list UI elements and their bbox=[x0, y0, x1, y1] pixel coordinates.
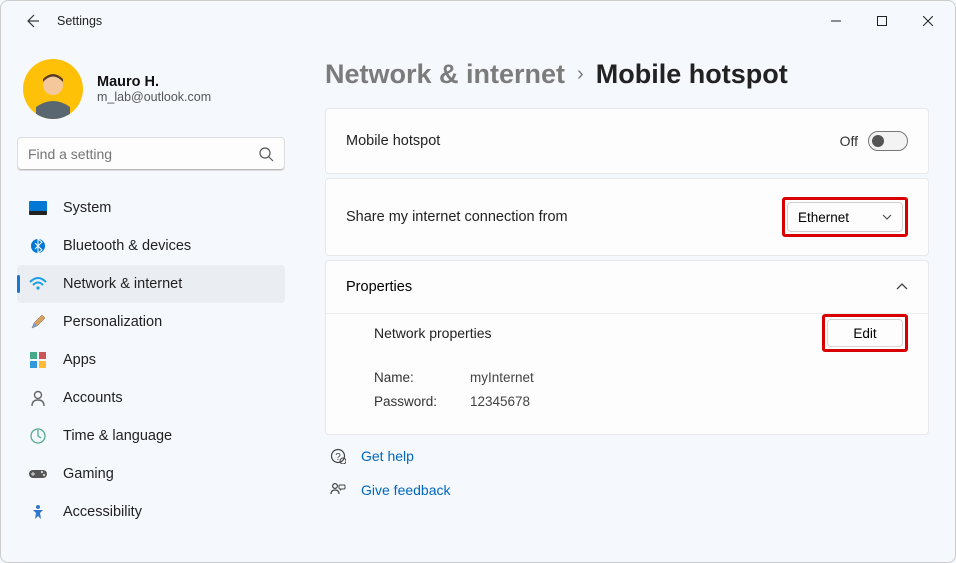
close-button[interactable] bbox=[905, 5, 951, 37]
hotspot-toggle[interactable] bbox=[868, 131, 908, 151]
avatar bbox=[23, 59, 83, 119]
page-title: Mobile hotspot bbox=[596, 59, 788, 90]
paintbrush-icon bbox=[29, 313, 47, 331]
sidebar-item-bluetooth[interactable]: Bluetooth & devices bbox=[17, 227, 285, 265]
chevron-right-icon: › bbox=[577, 63, 584, 86]
sidebar-item-label: Accessibility bbox=[63, 504, 142, 520]
search-input[interactable] bbox=[28, 146, 259, 162]
sidebar-item-label: Bluetooth & devices bbox=[63, 238, 191, 254]
sidebar-item-label: Accounts bbox=[63, 390, 123, 406]
back-button[interactable] bbox=[21, 10, 43, 32]
collapse-properties[interactable] bbox=[896, 279, 908, 295]
search-box[interactable] bbox=[17, 137, 285, 171]
password-label: Password: bbox=[374, 390, 470, 414]
window-title: Settings bbox=[57, 14, 102, 28]
sidebar-item-network[interactable]: Network & internet bbox=[17, 265, 285, 303]
password-value: 12345678 bbox=[470, 390, 530, 414]
user-email: m_lab@outlook.com bbox=[97, 90, 211, 104]
gaming-icon bbox=[29, 465, 47, 483]
sidebar: Mauro H. m_lab@outlook.com System Blueto… bbox=[1, 41, 301, 562]
apps-icon bbox=[29, 351, 47, 369]
sidebar-item-time-language[interactable]: Time & language bbox=[17, 417, 285, 455]
maximize-icon bbox=[877, 16, 887, 26]
minimize-button[interactable] bbox=[813, 5, 859, 37]
maximize-button[interactable] bbox=[859, 5, 905, 37]
sidebar-item-gaming[interactable]: Gaming bbox=[17, 455, 285, 493]
display-icon bbox=[29, 199, 47, 217]
sidebar-item-label: Apps bbox=[63, 352, 96, 368]
sidebar-item-label: Network & internet bbox=[63, 276, 182, 292]
edit-button[interactable]: Edit bbox=[827, 319, 903, 347]
name-label: Name: bbox=[374, 366, 470, 390]
sidebar-item-personalization[interactable]: Personalization bbox=[17, 303, 285, 341]
chevron-down-icon bbox=[882, 214, 892, 220]
sidebar-item-label: Gaming bbox=[63, 466, 114, 482]
minimize-icon bbox=[831, 16, 841, 26]
person-icon bbox=[29, 389, 47, 407]
sidebar-item-accessibility[interactable]: Accessibility bbox=[17, 493, 285, 531]
wifi-icon bbox=[29, 275, 47, 293]
share-from-dropdown[interactable]: Ethernet bbox=[787, 202, 903, 232]
properties-title: Properties bbox=[346, 279, 412, 295]
highlight-box: Edit bbox=[822, 314, 908, 352]
share-from-label: Share my internet connection from bbox=[346, 209, 782, 225]
network-properties-label: Network properties bbox=[374, 325, 822, 341]
breadcrumb: Network & internet › Mobile hotspot bbox=[325, 59, 929, 90]
sidebar-item-system[interactable]: System bbox=[17, 189, 285, 227]
sidebar-item-label: System bbox=[63, 200, 111, 216]
close-icon bbox=[923, 16, 933, 26]
accessibility-icon bbox=[29, 503, 47, 521]
highlight-box: Ethernet bbox=[782, 197, 908, 237]
feedback-icon bbox=[329, 481, 347, 499]
help-icon: ? bbox=[329, 447, 347, 465]
search-icon bbox=[259, 147, 274, 162]
user-name: Mauro H. bbox=[97, 74, 211, 90]
get-help-link[interactable]: ? Get help bbox=[325, 439, 929, 473]
give-feedback-link[interactable]: Give feedback bbox=[325, 473, 929, 507]
arrow-left-icon bbox=[24, 13, 40, 29]
hotspot-toggle-state: Off bbox=[840, 133, 858, 149]
main-content: Network & internet › Mobile hotspot Mobi… bbox=[301, 41, 955, 562]
sidebar-item-label: Personalization bbox=[63, 314, 162, 330]
globe-clock-icon bbox=[29, 427, 47, 445]
sidebar-item-apps[interactable]: Apps bbox=[17, 341, 285, 379]
chevron-up-icon bbox=[896, 283, 908, 291]
name-value: myInternet bbox=[470, 366, 534, 390]
dropdown-value: Ethernet bbox=[798, 210, 849, 225]
user-profile[interactable]: Mauro H. m_lab@outlook.com bbox=[17, 51, 285, 137]
bluetooth-icon bbox=[29, 237, 47, 255]
hotspot-toggle-label: Mobile hotspot bbox=[346, 133, 840, 149]
sidebar-item-accounts[interactable]: Accounts bbox=[17, 379, 285, 417]
sidebar-item-label: Time & language bbox=[63, 428, 172, 444]
breadcrumb-parent[interactable]: Network & internet bbox=[325, 59, 565, 90]
